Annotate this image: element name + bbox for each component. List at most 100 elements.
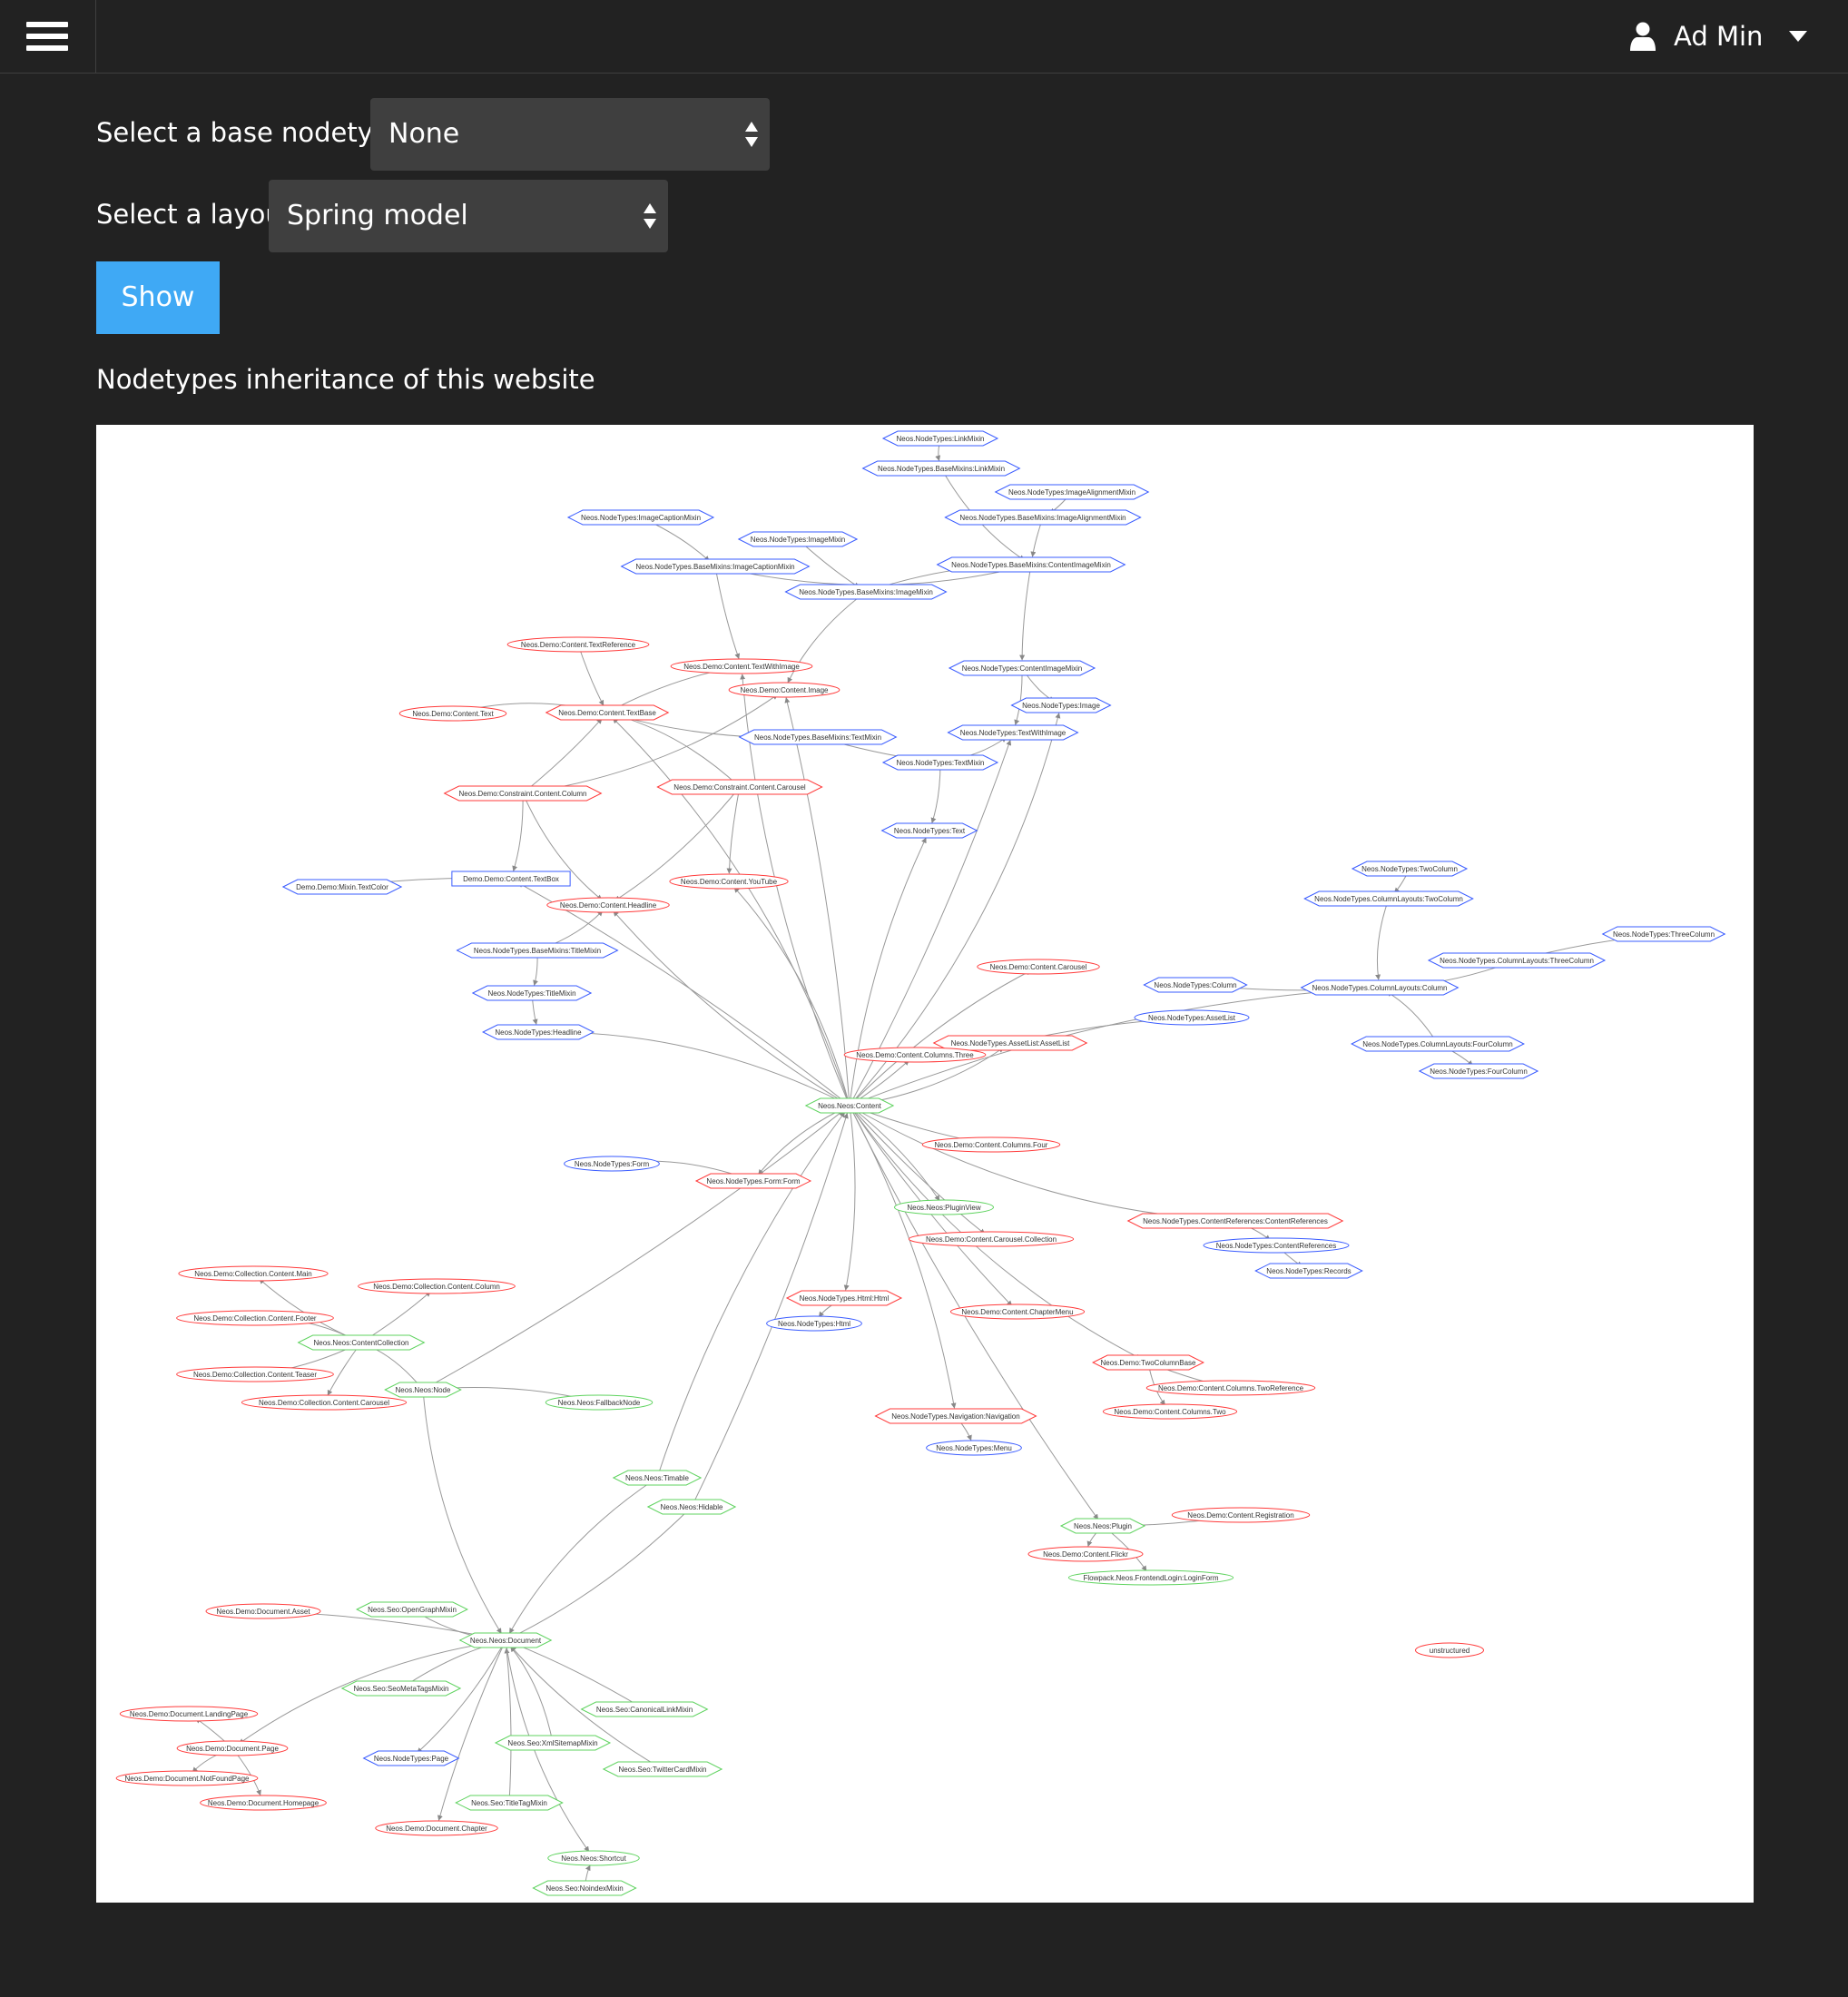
graph-node[interactable]: Neos.NodeTypes:TitleMixin — [471, 985, 593, 1001]
graph-node[interactable]: Neos.Neos:Document — [458, 1632, 553, 1648]
graph-node[interactable]: Neos.NodeTypes:TextMixin — [881, 754, 999, 771]
graph-node[interactable]: Neos.Demo:Content.ChapterMenu — [949, 1303, 1086, 1320]
graph-node[interactable]: Neos.Seo:CanonicalLinkMixin — [580, 1701, 709, 1717]
graph-node[interactable]: Neos.NodeTypes.BaseMixins:ImageAlignment… — [944, 509, 1142, 526]
nodetype-graph[interactable]: Neos.NodeTypes:LinkMixin Neos.NodeTypes.B… — [96, 425, 1754, 1903]
graph-node[interactable]: Neos.Demo:Collection.Content.Main — [178, 1265, 329, 1282]
graph-node[interactable]: Neos.Demo:Content.Registration — [1171, 1507, 1311, 1523]
graph-node-label: Neos.Demo:Content.Carousel — [990, 963, 1087, 971]
user-menu[interactable]: Ad Min — [1612, 0, 1848, 73]
graph-node[interactable]: Demo.Demo:Mixin.TextColor — [281, 879, 403, 895]
graph-node[interactable]: Neos.Demo:Content.TextWithImage — [670, 658, 813, 674]
graph-node[interactable]: Neos.NodeTypes:Form — [564, 1156, 660, 1172]
graph-node[interactable]: Neos.Demo:Content.TextBase — [545, 704, 670, 721]
graph-node[interactable]: Neos.Neos:Plugin — [1059, 1518, 1146, 1534]
graph-node[interactable]: Neos.NodeTypes.ContentReferences:Content… — [1126, 1213, 1344, 1229]
graph-node[interactable]: Neos.NodeTypes.BaseMixins:ImageCaptionMi… — [620, 558, 811, 575]
graph-node[interactable]: Neos.NodeTypes:FourColumn — [1418, 1063, 1539, 1079]
graph-node[interactable]: Neos.NodeTypes.Html:Html — [785, 1290, 903, 1306]
graph-node[interactable]: Neos.Demo:Content.Text — [398, 705, 507, 722]
graph-node[interactable]: Neos.NodeTypes:Page — [362, 1750, 460, 1766]
graph-node[interactable]: Neos.NodeTypes.ColumnLayouts:Column — [1300, 979, 1460, 996]
graph-node[interactable]: Neos.NodeTypes.Navigation:Navigation — [874, 1408, 1037, 1424]
graph-node[interactable]: Neos.NodeTypes.Form:Form — [694, 1173, 812, 1189]
graph-node[interactable]: Neos.NodeTypes.BaseMixins:LinkMixin — [861, 460, 1021, 477]
graph-node[interactable]: Neos.NodeTypes:Text — [880, 822, 978, 839]
graph-node[interactable]: unstructured — [1415, 1642, 1484, 1658]
graph-node[interactable]: Neos.Demo:Document.LandingPage — [119, 1706, 259, 1722]
graph-node[interactable]: Neos.NodeTypes:Headline — [482, 1024, 595, 1040]
graph-node[interactable]: Neos.NodeTypes:Image — [1010, 697, 1112, 713]
graph-node[interactable]: Neos.NodeTypes:AssetList — [1134, 1009, 1250, 1026]
graph-node[interactable]: Neos.NodeTypes:Menu — [926, 1440, 1022, 1456]
graph-node[interactable]: Neos.NodeTypes:Records — [1254, 1263, 1363, 1279]
graph-node[interactable]: Neos.Demo:Constraint.Content.Carousel — [656, 779, 823, 795]
graph-node[interactable]: Neos.NodeTypes:ContentImageMixin — [948, 660, 1096, 676]
graph-node[interactable]: Neos.NodeTypes.BaseMixins:ContentImageMi… — [936, 556, 1126, 573]
graph-node[interactable]: Neos.Demo:Content.Carousel.Collection — [908, 1231, 1075, 1247]
graph-node[interactable]: Neos.Seo:TwitterCardMixin — [602, 1761, 723, 1777]
graph-node[interactable]: Neos.NodeTypes:LinkMixin — [881, 430, 999, 447]
graph-node[interactable]: Neos.NodeTypes:ImageAlignmentMixin — [994, 484, 1150, 500]
graph-node[interactable]: Neos.NodeTypes:ImageMixin — [737, 531, 859, 547]
graph-node[interactable]: Neos.Demo:Document.NotFoundPage — [115, 1770, 259, 1786]
graph-node[interactable]: Neos.NodeTypes:ThreeColumn — [1601, 926, 1726, 942]
graph-node[interactable]: Neos.NodeTypes:TextWithImage — [947, 724, 1079, 741]
graph-node[interactable]: Neos.Demo:Constraint.Content.Column — [443, 785, 603, 802]
graph-node[interactable]: Neos.Neos:ContentCollection — [297, 1334, 426, 1351]
graph-node[interactable]: Demo.Demo:Content.TextBox — [451, 871, 571, 887]
graph-node[interactable]: Flowpack.Neos.FrontendLogin:LoginForm — [1067, 1569, 1234, 1586]
graph-node[interactable]: Neos.NodeTypes.BaseMixins:TitleMixin — [456, 942, 619, 959]
graph-node[interactable]: Neos.NodeTypes.ColumnLayouts:TwoColumn — [1303, 890, 1474, 907]
graph-node[interactable]: Neos.Neos:PluginView — [894, 1199, 994, 1215]
graph-node[interactable]: Neos.Seo:XmlSitemapMixin — [494, 1735, 612, 1751]
graph-node[interactable]: Neos.Neos:Hidable — [646, 1499, 737, 1515]
graph-node[interactable]: Neos.Demo:Content.Image — [728, 682, 840, 698]
graph-node-label: Neos.NodeTypes:Column — [1154, 981, 1236, 989]
graph-node[interactable]: Neos.NodeTypes:Column — [1143, 977, 1248, 993]
graph-node[interactable]: Neos.NodeTypes.AssetList:AssetList — [932, 1035, 1088, 1051]
graph-node[interactable]: Neos.NodeTypes:ContentReferences — [1203, 1237, 1350, 1254]
graph-node[interactable]: Neos.Demo:Content.Columns.TwoReference — [1145, 1380, 1316, 1396]
graph-node[interactable]: Neos.Neos:Shortcut — [547, 1850, 640, 1866]
graph-node[interactable]: Neos.NodeTypes:Html — [766, 1315, 862, 1332]
graph-node[interactable]: Neos.Demo:Content.Columns.Three — [843, 1047, 987, 1063]
show-button[interactable]: Show — [96, 261, 220, 334]
graph-node[interactable]: Neos.Seo:TitleTagMixin — [455, 1795, 564, 1811]
graph-node[interactable]: Neos.NodeTypes.ColumnLayouts:FourColumn — [1351, 1036, 1525, 1052]
graph-node[interactable]: Neos.Demo:Content.TextReference — [506, 636, 650, 653]
graph-node[interactable]: Neos.Demo:Content.Flickr — [1027, 1546, 1144, 1562]
layout-select[interactable]: Spring model — [269, 180, 668, 252]
graph-node[interactable]: Neos.Neos:Timable — [612, 1470, 703, 1486]
base-nodetype-select[interactable]: None — [370, 98, 770, 171]
graph-node[interactable]: Neos.Demo:TwoColumnBase — [1092, 1354, 1204, 1371]
graph-node[interactable]: Neos.Demo:Document.Chapter — [375, 1820, 498, 1836]
graph-node[interactable]: Neos.Demo:Content.Headline — [546, 897, 670, 913]
graph-node[interactable]: Neos.Demo:Collection.Content.Footer — [176, 1310, 334, 1326]
graph-node[interactable]: Neos.NodeTypes.ColumnLayouts:ThreeColumn — [1427, 952, 1607, 969]
graph-node-label: Neos.Seo:TitleTagMixin — [471, 1799, 547, 1807]
graph-node[interactable]: Neos.Neos:Node — [384, 1382, 462, 1398]
graph-node[interactable]: Neos.NodeTypes.BaseMixins:ImageMixin — [784, 584, 948, 600]
graph-node[interactable]: Neos.Demo:Collection.Content.Carousel — [241, 1394, 408, 1411]
graph-node[interactable]: Neos.NodeTypes:ImageCaptionMixin — [566, 509, 715, 526]
graph-node[interactable]: Neos.Demo:Content.YouTube — [669, 873, 789, 890]
graph-node[interactable]: Neos.Demo:Document.Page — [176, 1740, 289, 1756]
graph-node[interactable]: Neos.Demo:Collection.Content.Column — [358, 1278, 516, 1294]
graph-nodes: Neos.NodeTypes:LinkMixin Neos.NodeTypes.B… — [115, 430, 1726, 1896]
nodetype-graph-canvas[interactable]: Neos.NodeTypes:LinkMixin Neos.NodeTypes.B… — [96, 425, 1754, 1903]
graph-node[interactable]: Neos.NodeTypes:TwoColumn — [1351, 861, 1469, 877]
graph-node[interactable]: Neos.Demo:Collection.Content.Teaser — [176, 1366, 334, 1382]
graph-node[interactable]: Neos.NodeTypes.BaseMixins:TextMixin — [738, 729, 898, 745]
graph-node[interactable]: Neos.Demo:Content.Carousel — [977, 959, 1100, 975]
menu-button[interactable] — [0, 0, 96, 73]
graph-node[interactable]: Neos.Demo:Content.Columns.Two — [1102, 1403, 1238, 1420]
graph-node[interactable]: Neos.Seo:NoindexMixin — [532, 1880, 637, 1896]
graph-node[interactable]: Neos.Neos:Content — [804, 1097, 895, 1114]
graph-node[interactable]: Neos.Demo:Document.Asset — [205, 1603, 321, 1619]
graph-node[interactable]: Neos.Neos:FallbackNode — [545, 1394, 654, 1411]
graph-node[interactable]: Neos.Seo:OpenGraphMixin — [356, 1601, 468, 1618]
graph-node[interactable]: Neos.Seo:SeoMetaTagsMixin — [340, 1680, 462, 1697]
graph-node[interactable]: Neos.Demo:Content.Columns.Four — [921, 1136, 1061, 1153]
graph-node[interactable]: Neos.Demo:Document.Homepage — [200, 1795, 327, 1811]
